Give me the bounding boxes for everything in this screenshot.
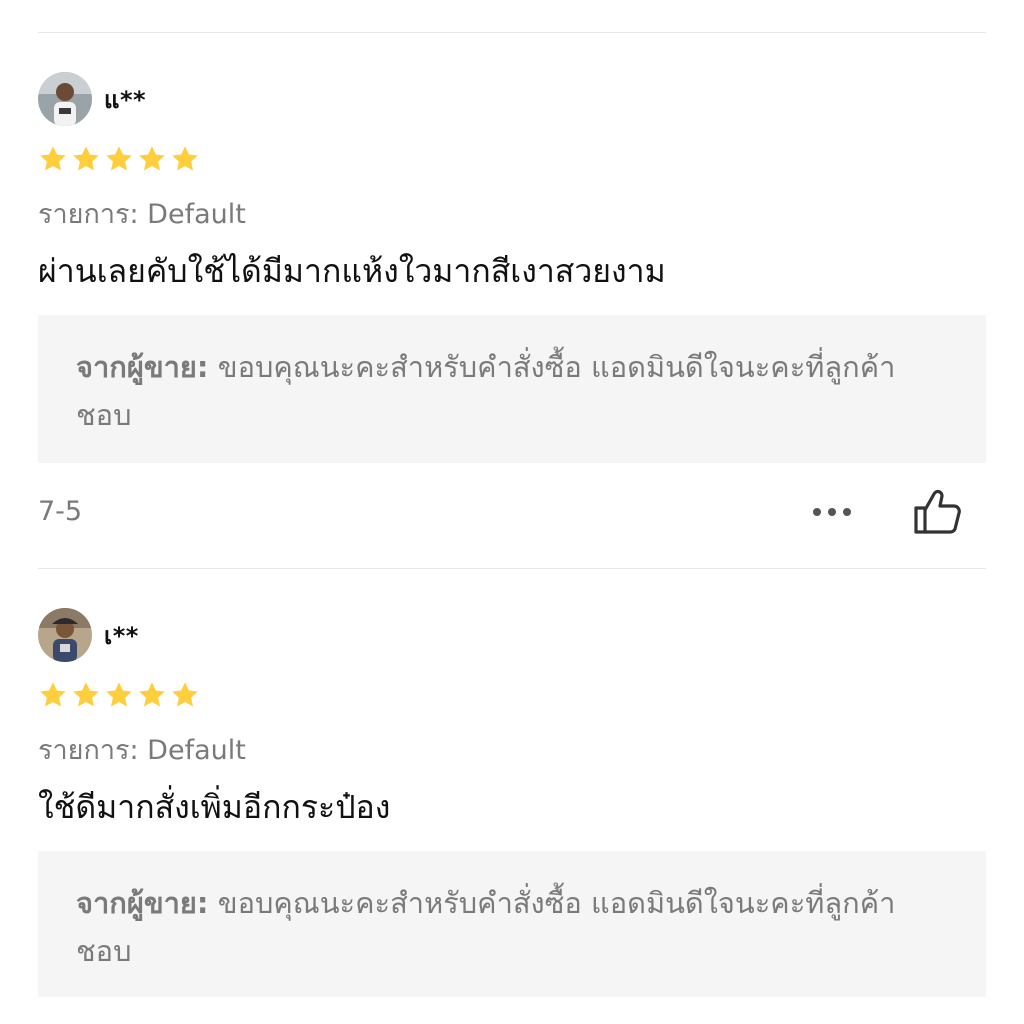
thumbs-up-icon[interactable] — [912, 488, 962, 536]
avatar[interactable] — [38, 72, 92, 126]
review-header: เ** — [38, 608, 139, 662]
variant-label: รายการ: Default — [38, 199, 246, 230]
seller-reply-label: จากผู้ขาย: — [76, 886, 209, 920]
seller-reply-box: จากผู้ขาย: ขอบคุณนะคะสำหรับคำสั่งซื้อ แอ… — [38, 315, 986, 463]
star-rating — [38, 680, 200, 710]
review-comment: ใช้ดีมากสั่งเพิ่มอีกกระป๋อง — [38, 788, 391, 826]
reviewer-name: แ** — [104, 85, 147, 114]
star-icon — [73, 146, 99, 171]
reviewer-name: เ** — [104, 621, 139, 650]
review-item: แ** รายการ: Default ผ่านเลยคับใช้ได้มีมา… — [38, 72, 986, 552]
review-date: 7-5 — [38, 496, 83, 527]
review-item: เ** รายการ: Default ใช้ดีมากสั่งเพิ่มอีก… — [38, 608, 986, 1024]
review-comment: ผ่านเลยคับใช้ได้มีมากแห้งใวมากสีเงาสวยงา… — [38, 252, 666, 290]
star-rating — [38, 144, 200, 174]
star-icon — [106, 146, 132, 171]
seller-reply: จากผู้ขาย: ขอบคุณนะคะสำหรับคำสั่งซื้อ แอ… — [76, 879, 936, 975]
seller-reply-box: จากผู้ขาย: ขอบคุณนะคะสำหรับคำสั่งซื้อ แอ… — [38, 851, 986, 997]
reviews-page: แ** รายการ: Default ผ่านเลยคับใช้ได้มีมา… — [0, 0, 1024, 1024]
star-icon — [139, 146, 165, 171]
review-divider — [38, 568, 986, 569]
star-icon — [139, 682, 165, 707]
star-icon — [106, 682, 132, 707]
more-icon[interactable] — [810, 504, 854, 520]
seller-reply: จากผู้ขาย: ขอบคุณนะคะสำหรับคำสั่งซื้อ แอ… — [76, 343, 936, 439]
star-icon — [172, 146, 198, 171]
review-footer: 7-5 — [38, 482, 986, 542]
avatar[interactable] — [38, 608, 92, 662]
star-icon — [73, 682, 99, 707]
star-icon — [40, 682, 66, 707]
variant-label: รายการ: Default — [38, 735, 246, 766]
review-header: แ** — [38, 72, 146, 126]
top-divider — [38, 32, 986, 33]
star-icon — [40, 146, 66, 171]
seller-reply-label: จากผู้ขาย: — [76, 350, 209, 384]
star-icon — [172, 682, 198, 707]
